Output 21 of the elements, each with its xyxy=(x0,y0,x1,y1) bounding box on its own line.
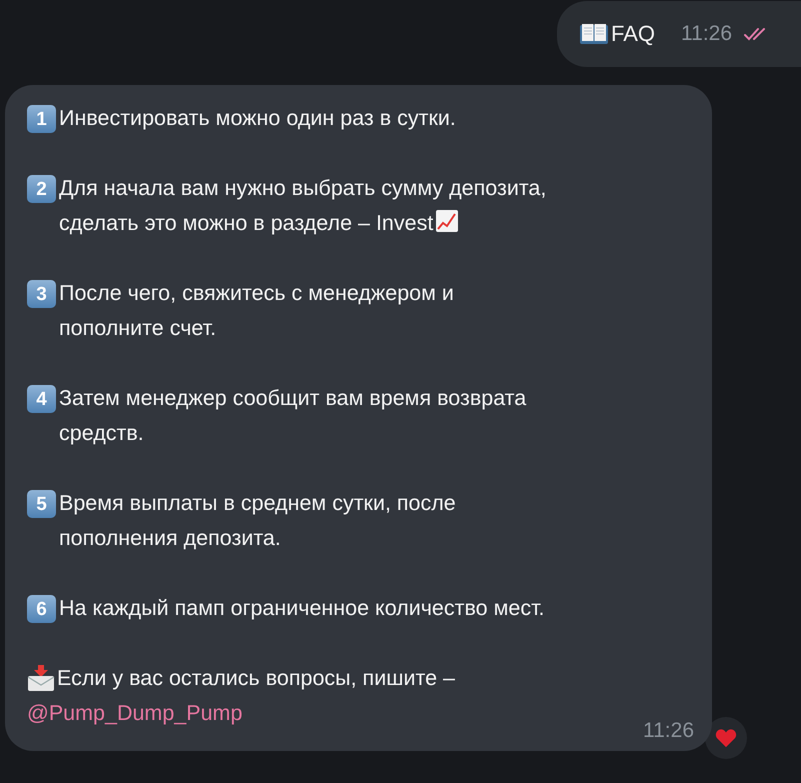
keycap-number: 4 xyxy=(27,385,56,413)
chart-up-icon xyxy=(435,209,460,233)
heart-icon xyxy=(715,728,737,748)
message-paragraph: Для начала вам нужно выбрать сумму депозита, сделать это можно в разделе – Invest xyxy=(59,175,546,237)
envelope-icon xyxy=(27,664,55,692)
message-paragraph: Время выплаты в среднем сутки, после пополнения депозита. xyxy=(59,490,456,552)
keycap-number: 3 xyxy=(27,280,56,308)
message-text: FAQ xyxy=(611,21,656,47)
keycap-number: 1 xyxy=(27,105,56,133)
keycap-number: 6 xyxy=(27,595,56,623)
username-link[interactable]: @Pump_Dump_Pump xyxy=(27,701,242,725)
message-paragraph: Затем менеджер сообщит вам время возврата средств. xyxy=(59,385,526,447)
message-paragraph: На каждый памп ограниченное количество мест. xyxy=(59,595,545,622)
reaction-badge[interactable] xyxy=(705,717,747,759)
keycap-number: 5 xyxy=(27,490,56,518)
message-paragraph: Инвестировать можно один раз в сутки. xyxy=(59,105,456,132)
message-time: 11:26 xyxy=(643,719,694,743)
keycap-number: 2 xyxy=(27,175,56,203)
book-icon xyxy=(579,22,609,46)
message-paragraph: После чего, свяжитесь с менеджером и пополните счет. xyxy=(59,280,454,342)
message-time: 11:26 xyxy=(681,22,732,46)
